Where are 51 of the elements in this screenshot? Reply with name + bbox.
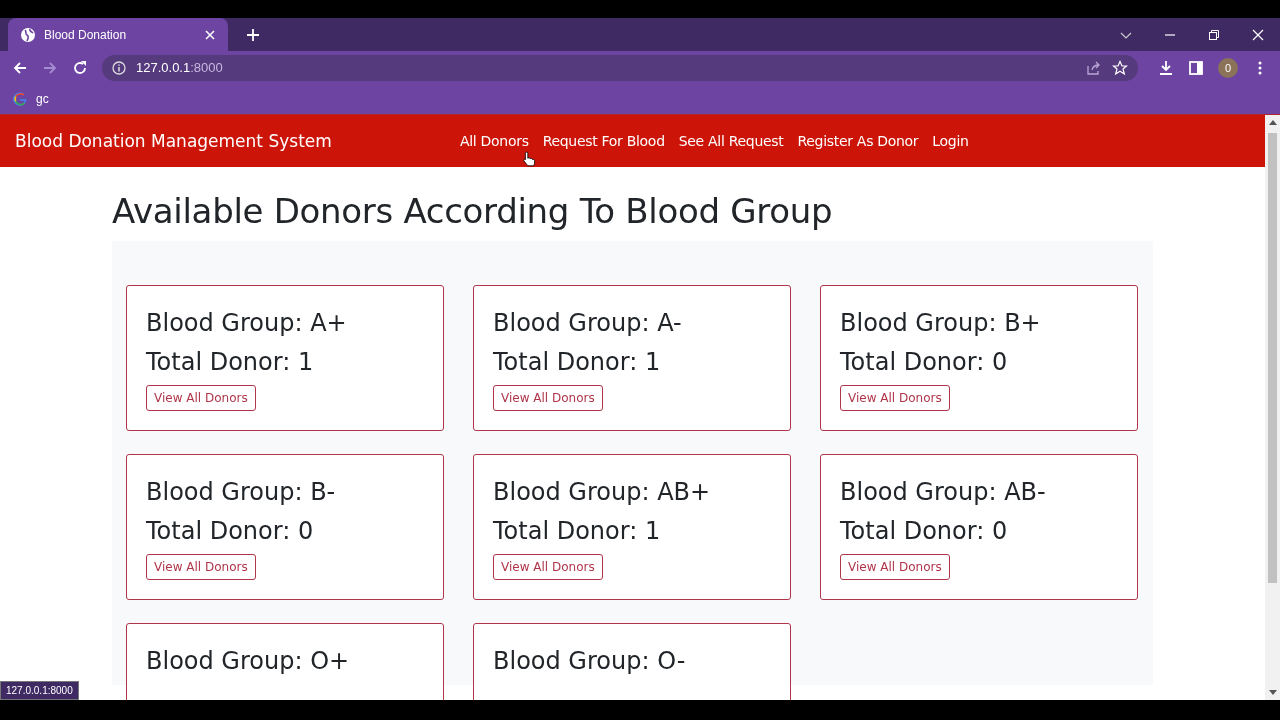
globe-icon: [20, 26, 36, 43]
restore-icon[interactable]: [1208, 28, 1220, 41]
nav-link[interactable]: Login: [932, 133, 969, 149]
bookmark-link[interactable]: gc: [36, 92, 49, 106]
cursor-icon: [522, 151, 536, 167]
scroll-thumb[interactable]: [1268, 133, 1277, 583]
tab-title: Blood Donation: [44, 27, 128, 42]
download-icon[interactable]: [1158, 59, 1174, 76]
share-icon[interactable]: [1086, 59, 1102, 76]
nav-link[interactable]: All Donors: [460, 133, 529, 149]
star-icon[interactable]: [1112, 59, 1128, 76]
blood-group-label: Blood Group: B-: [146, 477, 336, 508]
view-donors-button[interactable]: View All Donors: [840, 554, 950, 580]
blood-group-label: Blood Group: AB-: [840, 477, 1046, 508]
plus-icon[interactable]: [246, 27, 260, 42]
view-donors-button[interactable]: View All Donors: [146, 554, 256, 580]
address-bar[interactable]: 127.0.0.1:8000: [102, 54, 1138, 81]
blood-group-label: Blood Group: A-: [493, 308, 682, 339]
view-donors-button[interactable]: View All Donors: [493, 385, 603, 411]
total-donor-label: Total Donor: 0: [840, 516, 1008, 547]
close-icon[interactable]: [1252, 28, 1264, 41]
page-heading: Available Donors According To Blood Group: [112, 191, 834, 231]
status-url: 127.0.0.1:8000: [0, 681, 79, 700]
site-brand[interactable]: Blood Donation Management System: [15, 131, 460, 151]
total-donor-label: Total Donor: 1: [493, 347, 661, 378]
blood-group-label: Blood Group: B+: [840, 308, 1041, 339]
close-icon[interactable]: [204, 28, 216, 41]
total-donor-label: Total Donor: 1: [493, 516, 661, 547]
view-donors-button[interactable]: View All Donors: [840, 385, 950, 411]
total-donor-label: Total Donor: 0: [146, 516, 314, 547]
nav-link[interactable]: Request For Blood: [542, 133, 665, 149]
blood-group-label: Blood Group: AB+: [493, 477, 711, 508]
nav-link[interactable]: See All Request: [678, 133, 784, 149]
blood-group-label: Blood Group: A+: [146, 308, 347, 339]
blood-group-label: Blood Group: O-: [493, 646, 686, 677]
side-panel-icon[interactable]: [1188, 59, 1204, 76]
nav-link[interactable]: Register As Donor: [797, 133, 919, 149]
scrollbar[interactable]: [1265, 115, 1280, 700]
view-donors-button[interactable]: View All Donors: [146, 385, 256, 411]
view-donors-button[interactable]: View All Donors: [493, 554, 603, 580]
blood-group-label: Blood Group: O+: [146, 646, 350, 677]
profile-avatar[interactable]: 0: [1218, 57, 1238, 78]
browser-tab[interactable]: Blood Donation: [8, 18, 228, 51]
reload-icon[interactable]: [72, 59, 88, 76]
google-icon[interactable]: [12, 91, 28, 107]
total-donor-label: Total Donor: 1: [146, 347, 314, 378]
scroll-down-icon[interactable]: [1268, 690, 1277, 696]
back-arrow-icon[interactable]: [12, 59, 28, 76]
scroll-up-icon[interactable]: [1268, 119, 1277, 125]
info-icon: [112, 60, 126, 75]
total-donor-label: Total Donor: 0: [840, 347, 1008, 378]
